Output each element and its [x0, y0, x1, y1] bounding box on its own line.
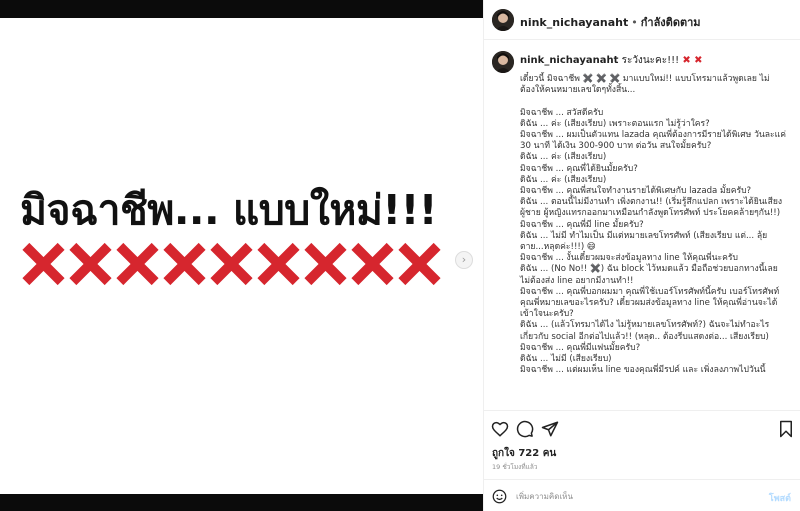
red-x-emoji-icon: ✖ ✖: [682, 55, 703, 66]
next-image-button[interactable]: ›: [455, 251, 473, 269]
caption-line: เข้าใจนะครับ?: [520, 309, 574, 320]
caption-line: เกี่ยวกับ social อีกต่อไปแล้ว!! (หลุด.. …: [520, 331, 769, 342]
caption-line: ดิฉัน ... ค่ะ (เสียงเรียบ) เพราะตอนแรก ไ…: [520, 118, 710, 129]
header-separator: •: [631, 16, 638, 29]
caption-head: nink_nichayanaht ระวังนะคะ!!! ✖ ✖: [520, 53, 703, 68]
caption-body: เดี๋ยวนี้ มิจฉาชีพ ✖️ ✖️ ✖️ มาแบบใหม่!! …: [520, 74, 794, 376]
header-username[interactable]: nink_nichayanaht: [520, 16, 628, 29]
post-headline: มิจฉาชีพ... แบบใหม่!!!: [20, 186, 438, 234]
red-x-icon: [351, 242, 394, 286]
caption-line: มิจฉาชีพ ... ผมเป็นตัวแทน lazada คุณพี่ต…: [520, 130, 786, 140]
post-comment-button[interactable]: โพสต์: [769, 491, 791, 505]
caption-line: ผู้ชาย ผู้หญิงแทรกออกมาเหมือนกำลังพูดโทร…: [520, 208, 781, 219]
caption-line: มิจฉาชีพ ... งั้นเดี๋ยวผมจะส่งข้อมูลทาง …: [520, 253, 738, 264]
caption-line: ต้องให้คนหมายเลขใดๆทั้งสิ้น...: [520, 85, 636, 96]
caption-line: มิจฉาชีพ ... คุณพี่มีแฟนมั้ยครับ?: [520, 342, 641, 353]
caption-line: ดิฉัน ... (แล้วโทรมาได้ไง ไม่รู้หมายเลขโ…: [520, 320, 770, 331]
caption-line: ดิฉัน ... ค่ะ (เสียงเรียบ): [520, 174, 607, 185]
header-user-line: nink_nichayanaht • กำลังติดตาม: [520, 13, 701, 31]
post-image: มิจฉาชีพ... แบบใหม่!!! ›: [0, 18, 483, 494]
red-x-icon: [116, 242, 159, 286]
comment-icon[interactable]: [516, 420, 534, 438]
avatar[interactable]: [492, 9, 514, 31]
heart-icon[interactable]: [491, 420, 509, 438]
bottom-backdrop: [0, 494, 483, 511]
post-side-panel: nink_nichayanaht • กำลังติดตาม nink_nichay…: [483, 0, 800, 511]
red-x-icon: [163, 242, 206, 286]
comment-bar: โพสต์: [484, 479, 800, 511]
caption-line: มิจฉาชีพ ... คุณพี่ได้ยินมั้ยครับ?: [520, 163, 638, 174]
caption-line: มิจฉาชีพ ... คุณพี่สนใจทำงานรายได้พิเศษก…: [520, 186, 752, 197]
caption-line: มิจฉาชีพ ... คุณพี่มี line มั้ยครับ?: [520, 219, 644, 230]
caption-line: ดิฉัน ... (No No!! ✖️) ฉัน block ไว้หมดแ…: [520, 264, 778, 275]
red-x-icon: [210, 242, 253, 286]
caption-line: ดิฉัน ... ไม่มี ทำไมเป็น มีแต่หมายเลขโทร…: [520, 230, 768, 241]
caption-line: เดี๋ยวนี้ มิจฉาชีพ ✖️ ✖️ ✖️ มาแบบใหม่!! …: [520, 74, 770, 84]
caption-line: ตาย...หลุดค่ะ!!!) 😄: [520, 242, 596, 253]
red-x-icon: [304, 242, 347, 286]
chevron-right-icon: ›: [461, 253, 467, 266]
share-icon[interactable]: [541, 420, 559, 438]
red-x-icon: [69, 242, 112, 286]
caption-spacer: [520, 96, 794, 107]
caption-area[interactable]: nink_nichayanaht ระวังนะคะ!!! ✖ ✖ เดี๋ยว…: [484, 41, 800, 410]
red-x-icon: [398, 242, 441, 286]
caption-line: มิจฉาชีพ ... แต่ผมเห็น line ของคุณพี่มีร…: [520, 365, 766, 376]
avatar[interactable]: [492, 51, 514, 73]
caption-line: ไม่ต้องส่ง line อยากมีงานทำ!!: [520, 275, 634, 286]
likes-count[interactable]: ถูกใจ 722 คน: [492, 446, 556, 461]
emoji-icon[interactable]: [492, 489, 507, 504]
red-x-icon: [257, 242, 300, 286]
caption-line: คุณพี่หมายเลขอะไรครับ? เดี๋ยวผมส่งข้อมูล…: [520, 298, 778, 309]
caption-line: มิจฉาชีพ ... สวัสดีครับ: [520, 107, 604, 118]
caption-line: ดิฉัน ... ค่ะ (เสียงเรียบ): [520, 152, 607, 163]
caption-username[interactable]: nink_nichayanaht: [520, 55, 618, 66]
red-x-row: [20, 240, 443, 288]
action-bar: [484, 410, 800, 440]
caption-line: ดิฉัน ... ไม่มี (เสียงเรียบ): [520, 354, 612, 365]
comment-input[interactable]: [516, 488, 746, 504]
post-header: nink_nichayanaht • กำลังติดตาม: [484, 0, 800, 40]
post-timestamp[interactable]: 19 ชั่วโมงที่แล้ว: [492, 462, 537, 472]
bookmark-icon[interactable]: [777, 420, 795, 438]
following-button[interactable]: กำลังติดตาม: [641, 16, 701, 29]
red-x-icon: [22, 242, 65, 286]
caption-line: ดิฉัน ... ตอนนี้ไม่มีงานทำ เพิ่งตกงาน!! …: [520, 197, 783, 208]
caption-line: 30 นาที ได้เงิน 300-900 บาท ต่อวัน สนใจม…: [520, 141, 712, 152]
caption-head-text: ระวังนะคะ!!!: [621, 55, 680, 66]
caption-line: มิจฉาชีพ ... คุณพี่บอกผมมา คุณพี่ใช้เบอร…: [520, 286, 780, 297]
